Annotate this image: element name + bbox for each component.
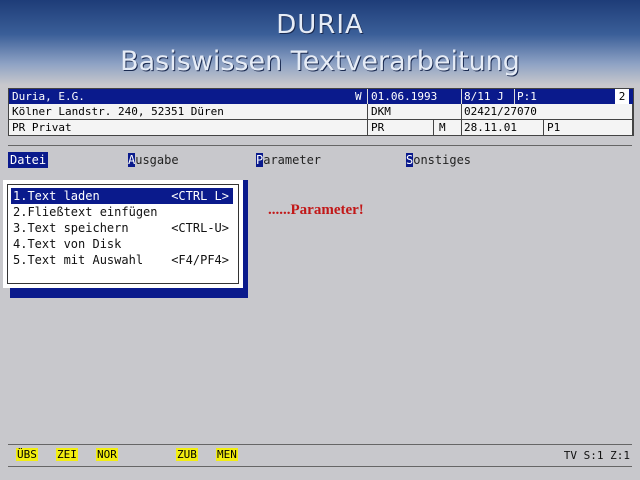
- status-key-zub[interactable]: ZUB: [176, 448, 198, 461]
- customer-address: Kölner Landstr. 240, 52351 Düren: [12, 105, 224, 118]
- divider: [8, 145, 632, 146]
- menu-sonstiges[interactable]: Sonstiges: [406, 152, 471, 168]
- app-title: DURIA: [276, 10, 364, 40]
- status-position: TV S:1 Z:1: [563, 449, 630, 462]
- menu-ausgabe[interactable]: Ausgabe: [128, 152, 179, 168]
- menu-bar: Datei Ausgabe Parameter Sonstiges: [8, 152, 632, 168]
- bottom-divider: [8, 466, 632, 467]
- header-date: 01.06.1993: [371, 90, 438, 103]
- header-date-2: 28.11.01: [464, 121, 517, 134]
- customer-type: PR Privat: [12, 121, 72, 134]
- menu-item-text-mit-auswahl[interactable]: 5.Text mit Auswahl <F4/PF4>: [11, 252, 233, 268]
- header-ref: 8/11 J: [464, 90, 504, 103]
- header-page: P:1: [517, 90, 537, 103]
- header-abbr: PR: [371, 121, 385, 134]
- menu-datei[interactable]: Datei: [8, 152, 49, 168]
- menu-item-text-von-disk[interactable]: 4.Text von Disk: [11, 236, 233, 252]
- datei-dropdown: 1.Text laden <CTRL L> 2.Fließtext einfüge…: [3, 180, 243, 288]
- header-flag-w: W: [355, 90, 362, 103]
- status-key-nor[interactable]: NOR: [96, 448, 118, 461]
- status-key-men[interactable]: MEN: [216, 448, 238, 461]
- title-banner: DURIA Basiswissen Textverarbeitung: [0, 0, 640, 85]
- status-key-zei[interactable]: ZEI: [56, 448, 78, 461]
- menu-item-fliesstext-einfuegen[interactable]: 2.Fließtext einfügen: [11, 204, 233, 220]
- header-row-3: PR Privat PR M 28.11.01 P1: [9, 120, 633, 135]
- status-bar: ÜBS ZEI NOR ZUB MEN TV S:1 Z:1: [8, 444, 632, 464]
- header-code: DKM: [371, 105, 391, 118]
- parameter-annotation: ......Parameter!: [268, 202, 364, 218]
- menu-item-text-speichern[interactable]: 3.Text speichern <CTRL-U>: [11, 220, 233, 236]
- customer-name: Duria, E.G.: [12, 90, 85, 103]
- menu-parameter[interactable]: Parameter: [256, 152, 321, 168]
- app-subtitle: Basiswissen Textverarbeitung: [120, 46, 520, 77]
- header-phone: 02421/27070: [464, 105, 537, 118]
- header-page-2: P1: [547, 121, 561, 134]
- header-flag-m: M: [439, 121, 446, 134]
- header-number: 2: [615, 89, 629, 104]
- header-row-1: Duria, E.G. W 01.06.1993 8/11 J P:1 2: [9, 89, 633, 104]
- menu-item-text-laden[interactable]: 1.Text laden <CTRL L>: [11, 188, 233, 204]
- record-header: Duria, E.G. W 01.06.1993 8/11 J P:1 2 Kö…: [8, 88, 634, 136]
- header-row-2: Kölner Landstr. 240, 52351 Düren DKM 024…: [9, 104, 633, 120]
- status-key-uebs[interactable]: ÜBS: [16, 448, 38, 461]
